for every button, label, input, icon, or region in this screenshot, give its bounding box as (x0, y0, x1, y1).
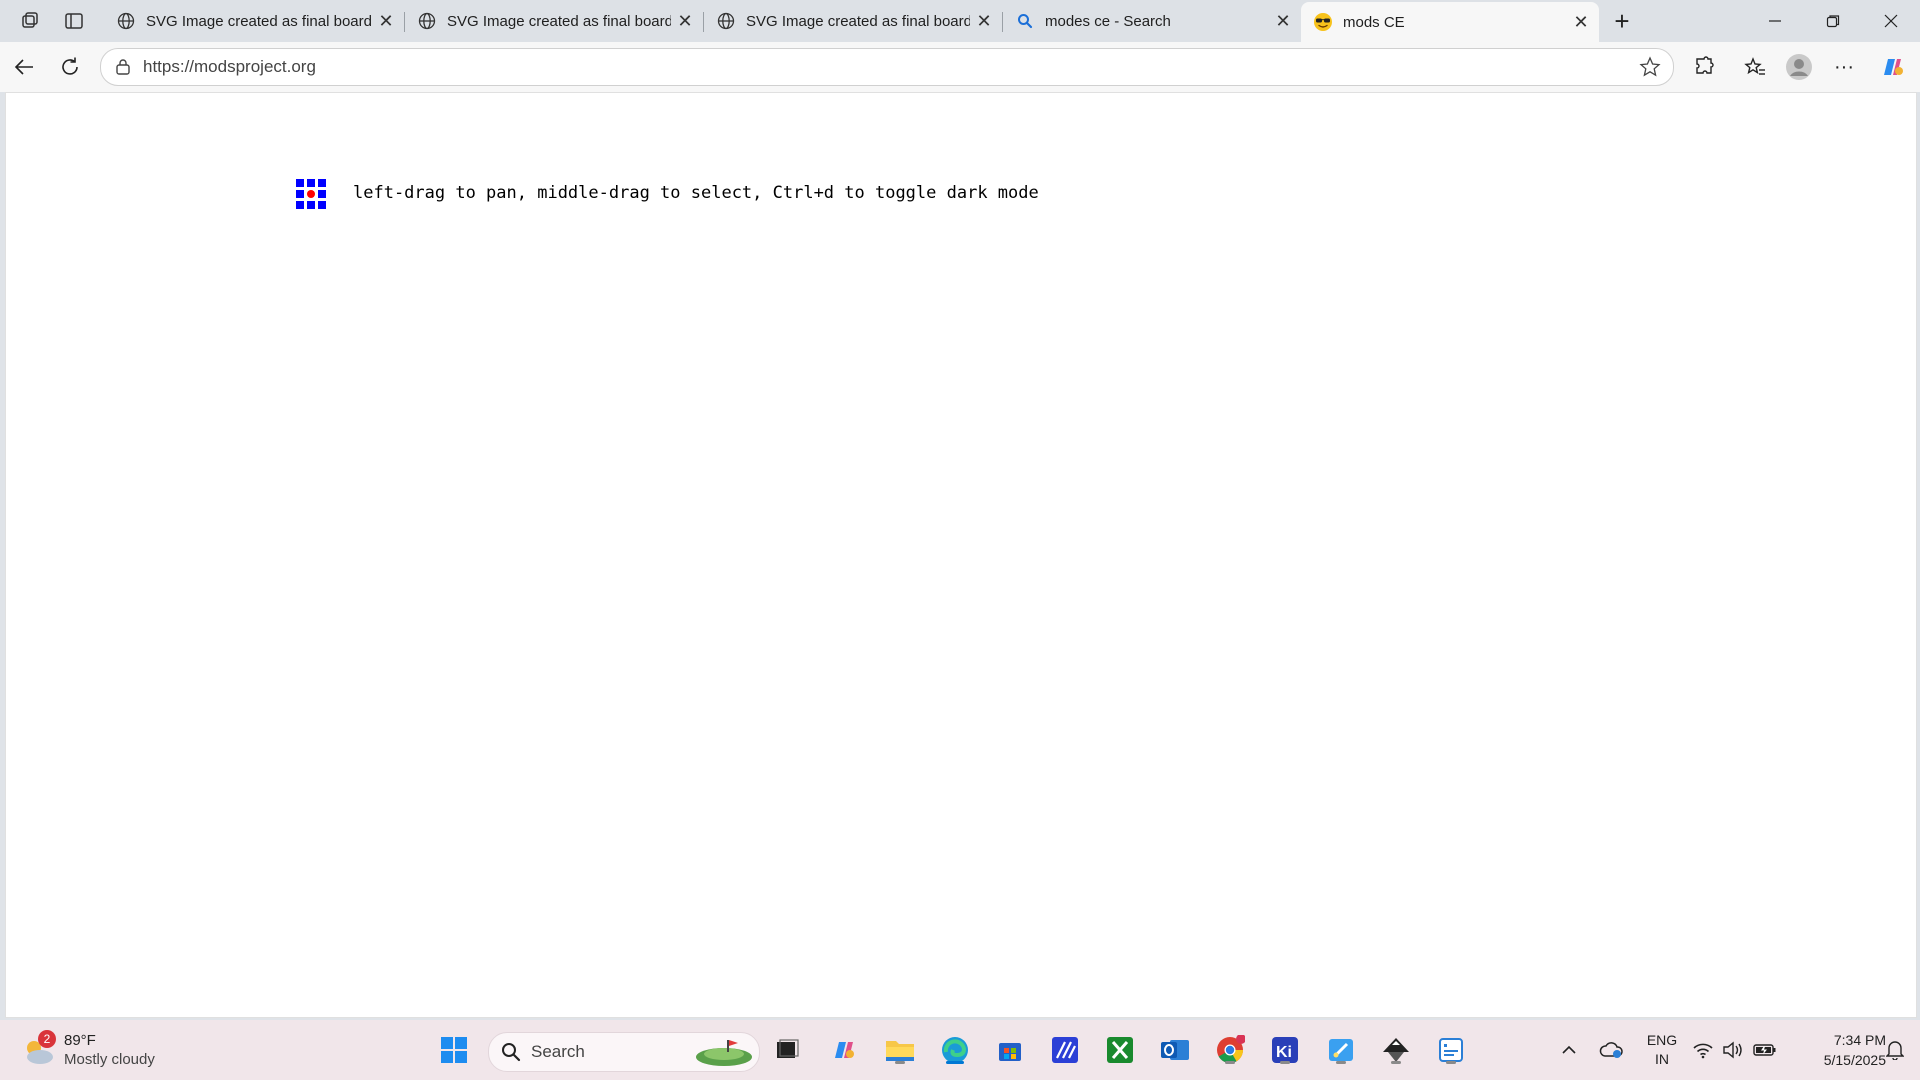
address-bar[interactable]: https://modsproject.org (100, 48, 1674, 86)
lock-icon[interactable] (115, 58, 131, 81)
math-app-icon[interactable] (1047, 1032, 1083, 1068)
close-tab-icon[interactable]: ✕ (1567, 8, 1595, 36)
running-indicator (895, 1061, 905, 1064)
file-explorer-icon[interactable] (882, 1032, 918, 1068)
profile-avatar[interactable] (1781, 49, 1817, 85)
tab-strip: SVG Image created as final board ✕ SVG I… (0, 0, 1920, 42)
favorite-star-icon[interactable] (1639, 56, 1661, 83)
onedrive-cloud-icon[interactable] (1596, 1032, 1626, 1068)
tab-title: mods CE (1343, 13, 1405, 31)
search-icon (1015, 11, 1035, 31)
search-highlight-illustration-icon (696, 1040, 752, 1066)
close-tab-icon[interactable]: ✕ (372, 7, 400, 35)
running-indicator (1225, 1061, 1235, 1064)
favorites-icon[interactable] (1737, 49, 1773, 85)
xbox-icon[interactable] (1102, 1032, 1138, 1068)
battery-charging-icon[interactable] (1750, 1032, 1780, 1068)
close-tab-icon[interactable]: ✕ (1269, 7, 1297, 35)
restore-button[interactable] (1804, 0, 1862, 42)
start-button[interactable] (436, 1032, 472, 1068)
running-indicator (1446, 1061, 1456, 1064)
browser-toolbar: https://modsproject.org ··· (0, 42, 1920, 92)
wifi-icon[interactable] (1688, 1032, 1718, 1068)
globe-icon (417, 11, 437, 31)
taskbar-search-placeholder: Search (531, 1042, 585, 1061)
usage-hint-text: left-drag to pan, middle-drag to select,… (353, 183, 1039, 203)
active-indicator (946, 1061, 964, 1064)
paint-app-icon[interactable] (1323, 1032, 1359, 1068)
taskbar: 2 89°F Mostly cloudy Search Ki ENG IN 7:… (0, 1020, 1920, 1080)
language-code: ENG (1646, 1032, 1678, 1048)
tab-mods-ce[interactable]: mods CE ✕ (1301, 2, 1599, 42)
outlook-icon[interactable] (1157, 1032, 1193, 1068)
running-indicator (1391, 1061, 1401, 1064)
weather-temp: 89°F (64, 1032, 96, 1049)
more-options-icon[interactable]: ··· (1826, 49, 1862, 85)
mods-logo-icon (296, 179, 326, 209)
page-content[interactable]: left-drag to pan, middle-drag to select,… (5, 92, 1917, 1018)
weather-condition: Mostly cloudy (64, 1051, 155, 1068)
microsoft-store-icon[interactable] (992, 1032, 1028, 1068)
task-view-icon[interactable] (769, 1032, 805, 1068)
close-tab-icon[interactable]: ✕ (671, 7, 699, 35)
running-indicator (1280, 1061, 1290, 1064)
copilot-taskbar-icon[interactable] (826, 1032, 862, 1068)
show-hidden-icons-chevron-icon[interactable] (1554, 1032, 1584, 1068)
sunglasses-emoji-icon (1313, 12, 1333, 32)
tab-modes-ce-search[interactable]: modes ce - Search ✕ (1003, 4, 1301, 38)
clock-time: 7:34 PM (1833, 1032, 1886, 1048)
notifications-bell-icon[interactable] (1880, 1032, 1910, 1068)
clock-date: 5/15/2025 (1823, 1052, 1886, 1068)
globe-icon (116, 11, 136, 31)
close-window-button[interactable] (1862, 0, 1920, 42)
language-region: IN (1655, 1051, 1669, 1067)
volume-icon[interactable] (1718, 1032, 1748, 1068)
edge-browser-icon[interactable] (937, 1032, 973, 1068)
tab-title: SVG Image created as final board (146, 12, 372, 30)
extensions-icon[interactable] (1686, 49, 1722, 85)
vertical-tabs-icon[interactable] (56, 3, 92, 39)
globe-icon (716, 11, 736, 31)
workspaces-icon[interactable] (12, 3, 48, 39)
svg-text:Ki: Ki (1276, 1044, 1292, 1061)
inkscape-icon[interactable] (1378, 1032, 1414, 1068)
minimize-button[interactable] (1746, 0, 1804, 42)
tab-svg-image-2[interactable]: SVG Image created as final board ✕ (405, 4, 703, 38)
tab-svg-image-1[interactable]: SVG Image created as final board ✕ (104, 4, 404, 38)
weather-widget[interactable]: 2 89°F Mostly cloudy (20, 1030, 180, 1072)
tab-title: SVG Image created as final board (447, 12, 671, 30)
tab-title: SVG Image created as final board (746, 12, 970, 30)
running-indicator (1336, 1061, 1346, 1064)
terminal-app-icon[interactable] (1433, 1032, 1469, 1068)
chrome-icon[interactable] (1212, 1032, 1248, 1068)
taskbar-search-box[interactable]: Search (488, 1032, 760, 1072)
url-text[interactable]: https://modsproject.org (143, 49, 316, 85)
language-indicator[interactable]: ENG IN (1642, 1031, 1682, 1071)
search-icon (502, 1043, 521, 1062)
new-tab-button[interactable]: + (1604, 3, 1640, 39)
tab-title: modes ce - Search (1045, 12, 1171, 30)
back-button[interactable] (6, 49, 42, 85)
refresh-button[interactable] (52, 49, 88, 85)
weather-alert-badge: 2 (38, 1030, 56, 1048)
close-tab-icon[interactable]: ✕ (970, 7, 998, 35)
system-clock[interactable]: 7:34 PM 5/15/2025 (1790, 1030, 1886, 1070)
tab-svg-image-3[interactable]: SVG Image created as final board ✕ (704, 4, 1002, 38)
copilot-icon[interactable] (1874, 49, 1910, 85)
kicad-icon[interactable]: Ki (1267, 1032, 1303, 1068)
